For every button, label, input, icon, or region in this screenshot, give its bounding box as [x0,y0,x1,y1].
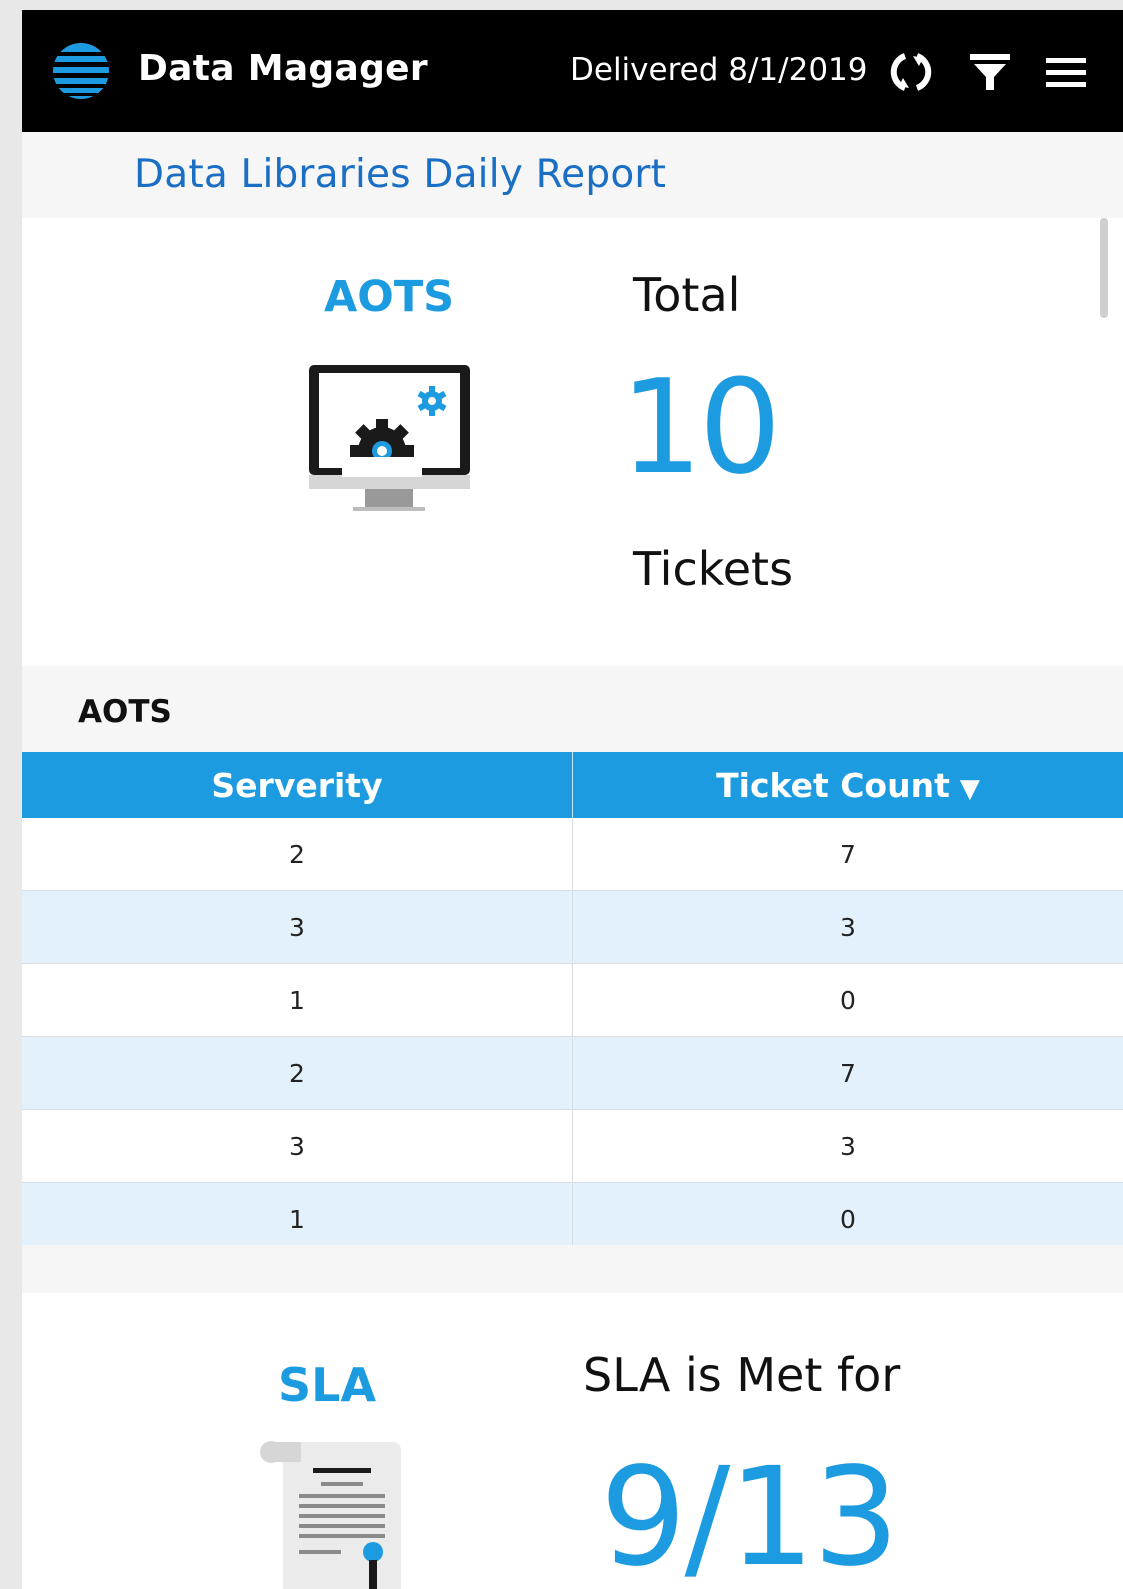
severity-cell: 3 [22,890,573,964]
ticket-count-cell: 3 [572,890,1123,964]
top-bar: Data Magager Delivered 8/1/2019 [22,10,1123,132]
table-row[interactable]: 3 3 [22,1109,1123,1183]
section-divider [22,1245,1123,1293]
filter-icon[interactable] [966,50,1014,94]
severity-cell: 2 [22,1036,573,1110]
table-row[interactable]: 1 0 [22,963,1123,1037]
report-title[interactable]: Data Libraries Daily Report [134,152,666,197]
menu-icon[interactable] [1042,50,1090,94]
tickets-label: Tickets [633,542,794,596]
table-section-header: AOTS [22,666,1123,752]
certificate-document-icon [260,1441,401,1589]
scrollbar[interactable] [1100,218,1108,318]
sla-met-value: 9/13 [600,1439,899,1589]
report-header: Data Libraries Daily Report [22,132,1123,218]
column-header-ticket-count[interactable]: Ticket Count ▼ [572,752,1123,818]
table-row[interactable]: 3 3 [22,890,1123,964]
globe-logo-icon[interactable] [52,42,110,100]
severity-table: Serverity Ticket Count ▼ 2 7 3 3 1 0 2 7… [22,752,1123,1256]
ticket-count-cell: 3 [572,1109,1123,1183]
severity-cell: 3 [22,1109,573,1183]
table-row[interactable]: 2 7 [22,818,1123,891]
total-label: Total [633,268,741,322]
column-header-label: Ticket Count [716,765,950,805]
ticket-count-cell: 0 [572,963,1123,1037]
refresh-icon[interactable] [887,50,935,94]
ticket-count-cell: 7 [572,818,1123,891]
aots-title: AOTS [324,272,455,322]
app-frame: Data Magager Delivered 8/1/2019 Data Lib… [22,10,1123,1589]
sort-descending-icon[interactable]: ▼ [960,774,980,804]
severity-cell: 2 [22,818,573,891]
severity-cell: 1 [22,963,573,1037]
column-header-severity[interactable]: Serverity [22,752,573,818]
column-header-label: Serverity [211,765,383,805]
app-title: Data Magager [138,48,428,89]
monitor-gear-icon [309,365,470,511]
delivered-date: Delivered 8/1/2019 [570,52,868,88]
total-ticket-count: 10 [620,351,781,503]
sla-met-label: SLA is Met for [583,1348,901,1402]
table-caption: AOTS [78,694,172,730]
table-row[interactable]: 2 7 [22,1036,1123,1110]
table-header-row: Serverity Ticket Count ▼ [22,752,1123,818]
ticket-count-cell: 7 [572,1036,1123,1110]
sla-title: SLA [278,1358,377,1412]
